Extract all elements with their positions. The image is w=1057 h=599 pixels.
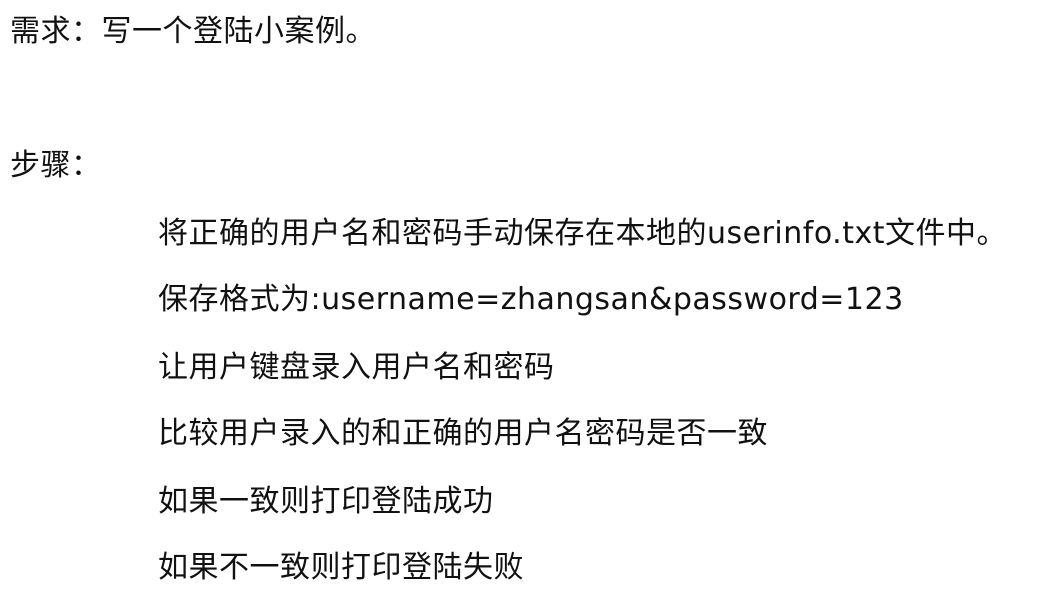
step-6: 如果不一致则打印登陆失败 — [158, 550, 524, 585]
step-4: 比较用户录入的和正确的用户名密码是否一致 — [158, 416, 768, 451]
step-2: 保存格式为:username=zhangsan&password=123 — [158, 282, 904, 317]
requirement-text: 需求：写一个登陆小案例。 — [10, 14, 376, 49]
step-3: 让用户键盘录入用户名和密码 — [158, 350, 555, 385]
step-5: 如果一致则打印登陆成功 — [158, 484, 494, 519]
steps-heading: 步骤： — [10, 148, 102, 183]
step-1: 将正确的用户名和密码手动保存在本地的userinfo.txt文件中。 — [158, 216, 1007, 251]
